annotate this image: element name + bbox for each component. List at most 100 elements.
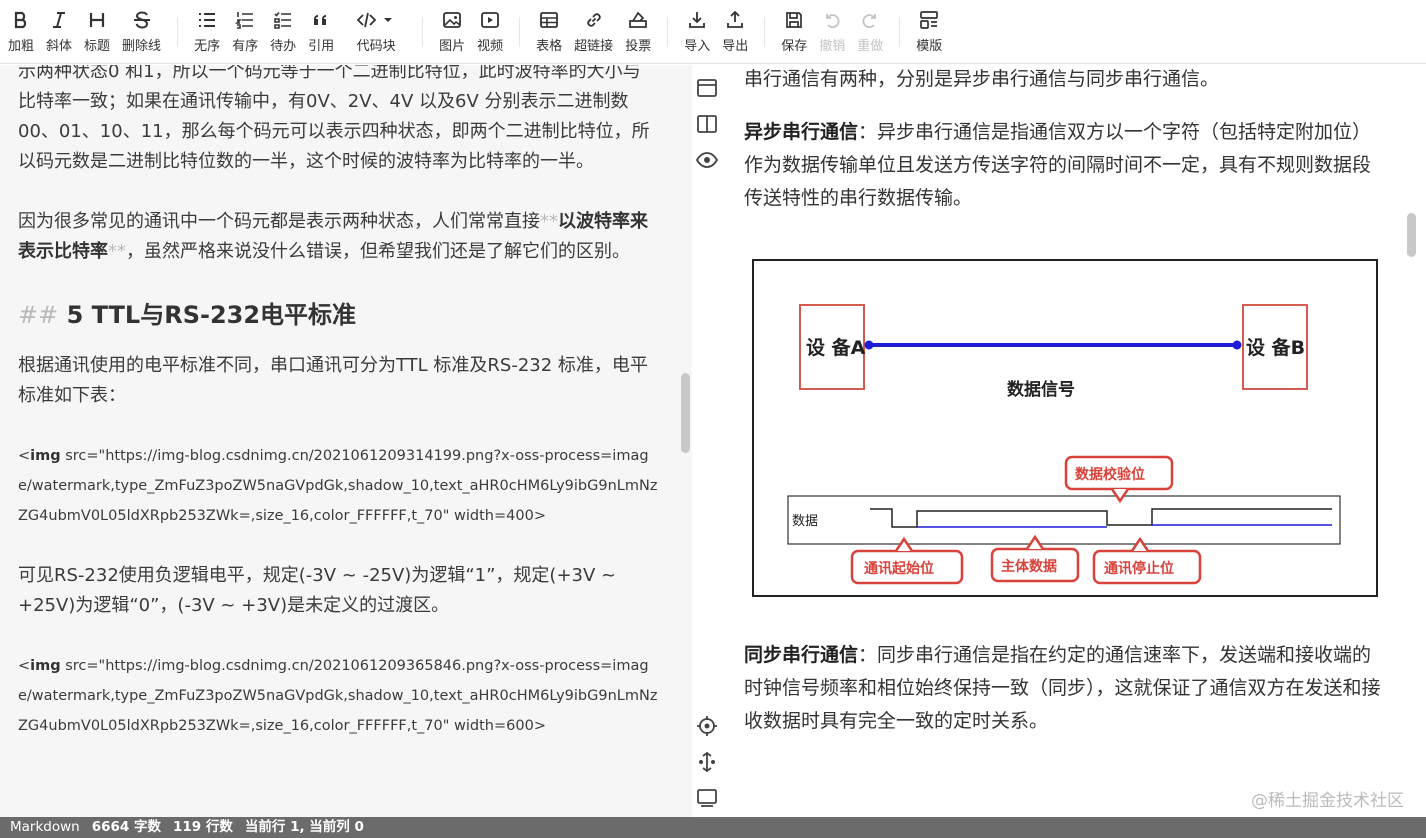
save-button[interactable]: 保存 xyxy=(775,2,813,62)
paragraph-text: ，虽然严格来说没什么错误，但希望我们还是了解它们的区别。 xyxy=(126,241,630,262)
body-data-label: 主体数据 xyxy=(1001,558,1057,575)
code-block-icon xyxy=(354,9,398,31)
bold-mark: ** xyxy=(540,211,558,232)
todo-list-button[interactable]: 待办 xyxy=(264,2,302,62)
markdown-preview: 串行通信有两种，分别是异步串行通信与同步串行通信。 异步串行通信：异步串行通信是… xyxy=(722,65,1426,817)
save-icon xyxy=(783,9,805,31)
toolbar-divider xyxy=(519,16,521,47)
tag-attrs: src="https://img-blog.csdnimg.cn/2021061… xyxy=(18,658,658,734)
template-icon xyxy=(918,9,940,31)
template-button[interactable]: 模版 xyxy=(910,2,948,62)
start-bit-label: 通讯起始位 xyxy=(864,560,934,577)
unordered-list-icon xyxy=(196,9,218,31)
editor-paragraph: 示两种状态0 和1，所以一个码元等于一个二进制比特位，此时波特率的大小与比特率一… xyxy=(18,65,650,172)
vote-icon xyxy=(627,9,649,31)
heading-button[interactable]: 标题 xyxy=(78,2,116,62)
preview-paragraph: 串行通信有两种，分别是异步串行通信与同步串行通信。 xyxy=(744,68,1220,90)
img-tag-line: <img src="https://img-blog.csdnimg.cn/20… xyxy=(18,651,658,741)
figure-image: 设 备A 设 备B 数据信号 数据 数据校验位 通讯起始位 主体数据 通讯停止位 xyxy=(752,259,1378,597)
editor-paragraph: 可见RS-232使用负逻辑电平，规定(-3V ~ -25V)为逻辑“1”，规定(… xyxy=(18,565,617,616)
undo-icon xyxy=(821,9,843,31)
line-count: 119 行数 xyxy=(173,819,233,835)
bold-button[interactable]: 加粗 xyxy=(2,2,40,62)
italic-icon xyxy=(48,9,70,31)
device-a-label: 设 备A xyxy=(806,336,866,359)
editor-content[interactable]: 示两种状态0 和1，所以一个码元等于一个二进制比特位，此时波特率的大小与比特率一… xyxy=(18,65,658,771)
toolbar-divider xyxy=(177,16,179,47)
bold-text: 异步串行通信 xyxy=(744,121,859,143)
signal-label: 数据信号 xyxy=(1007,379,1075,400)
export-button[interactable]: 导出 xyxy=(716,2,754,62)
italic-button[interactable]: 斜体 xyxy=(40,2,78,62)
editor-paragraph: 因为很多常见的通讯中一个码元都是表示两种状态，人们常常直接**以波特率来表示比特… xyxy=(18,207,658,267)
heading-icon xyxy=(86,9,108,31)
tag-name: img xyxy=(30,658,61,674)
data-row-label: 数据 xyxy=(792,514,818,529)
toolbar-divider xyxy=(899,16,901,47)
redo-icon xyxy=(859,9,881,31)
heading-mark: ## xyxy=(18,301,59,329)
preview-scrollbar[interactable] xyxy=(1407,213,1416,257)
strikethrough-icon xyxy=(131,9,153,31)
export-icon xyxy=(724,9,746,31)
fullscreen-icon[interactable] xyxy=(696,787,718,809)
tag-name: img xyxy=(30,448,61,464)
image-icon xyxy=(441,9,463,31)
paragraph-text: 因为很多常见的通讯中一个码元都是表示两种状态，人们常常直接 xyxy=(18,211,540,232)
preview-content: 串行通信有两种，分别是异步串行通信与同步串行通信。 异步串行通信：异步串行通信是… xyxy=(744,65,1389,758)
editor-scrollbar[interactable] xyxy=(681,373,690,453)
strikethrough-button[interactable]: 删除线 xyxy=(116,2,167,62)
code-block-button[interactable]: 代码块 xyxy=(340,2,412,62)
device-b-label: 设 备B xyxy=(1246,336,1305,359)
bold-icon xyxy=(10,9,32,31)
unordered-list-button[interactable]: 无序 xyxy=(188,2,226,62)
img-tag-line: <img src="https://img-blog.csdnimg.cn/20… xyxy=(18,441,658,531)
import-button[interactable]: 导入 xyxy=(678,2,716,62)
toolbar-divider xyxy=(764,16,766,47)
editor-heading: ## 5 TTL与RS-232电平标准 xyxy=(18,297,658,333)
toolbar-divider xyxy=(667,16,669,47)
tag-attrs: src="https://img-blog.csdnimg.cn/2021061… xyxy=(18,448,658,524)
link-endpoint xyxy=(1232,340,1242,350)
serial-communication-figure: 设 备A 设 备B 数据信号 数据 数据校验位 通讯起始位 主体数据 通讯停止位 xyxy=(752,259,1378,599)
view-mode-strip xyxy=(692,65,722,817)
juejin-watermark: @稀土掘金技术社区 xyxy=(1251,791,1404,811)
image-button[interactable]: 图片 xyxy=(433,2,471,62)
preview-paragraph: 异步串行通信：异步串行通信是指通信双方以一个字符（包括特定附加位）作为数据传输单… xyxy=(744,116,1389,215)
undo-button[interactable]: 撤销 xyxy=(813,2,851,62)
ordered-list-icon xyxy=(234,9,256,31)
link-button[interactable]: 超链接 xyxy=(568,2,619,62)
locate-icon[interactable] xyxy=(696,715,718,737)
editor-mode: Markdown xyxy=(10,819,80,835)
data-frame-box xyxy=(787,495,1341,545)
toolbar-divider xyxy=(422,16,424,47)
tag-bracket: < xyxy=(18,658,31,674)
editor-paragraph: 根据通讯使用的电平标准不同，串口通讯可分为TTL 标准及RS-232 标准，电平… xyxy=(18,355,648,406)
video-icon xyxy=(479,9,501,31)
todo-list-icon xyxy=(272,9,294,31)
scroll-sync-icon[interactable] xyxy=(696,751,718,773)
bold-mark: ** xyxy=(108,241,126,262)
bold-text: 同步串行通信 xyxy=(744,644,859,666)
editor-only-icon[interactable] xyxy=(696,77,718,99)
table-button[interactable]: 表格 xyxy=(530,2,568,62)
editor-toolbar: 加粗 斜体 标题 删除线 无序 有序 待办 引用 代码块 图片 视频 表格 超链… xyxy=(0,0,1426,64)
stop-bit-label: 通讯停止位 xyxy=(1104,560,1174,577)
status-bar: Markdown 6664 字数 119 行数 当前行 1, 当前列 0 xyxy=(0,817,1426,838)
preview-eye-icon[interactable] xyxy=(695,149,719,171)
preview-paragraph: 同步串行通信：同步串行通信是指在约定的通信速率下，发送端和接收端的时钟信号频率和… xyxy=(744,639,1389,738)
markdown-editor[interactable]: 示两种状态0 和1，所以一个码元等于一个二进制比特位，此时波特率的大小与比特率一… xyxy=(0,65,692,817)
import-icon xyxy=(686,9,708,31)
redo-button[interactable]: 重做 xyxy=(851,2,889,62)
video-button[interactable]: 视频 xyxy=(471,2,509,62)
split-view-icon[interactable] xyxy=(696,113,718,135)
link-endpoint xyxy=(864,340,874,350)
heading-text: 5 TTL与RS-232电平标准 xyxy=(66,301,357,329)
ordered-list-button[interactable]: 有序 xyxy=(226,2,264,62)
vote-button[interactable]: 投票 xyxy=(619,2,657,62)
checksum-label: 数据校验位 xyxy=(1075,466,1145,483)
quote-button[interactable]: 引用 xyxy=(302,2,340,62)
char-count: 6664 字数 xyxy=(91,819,161,835)
table-icon xyxy=(538,9,560,31)
quote-icon xyxy=(310,9,332,31)
